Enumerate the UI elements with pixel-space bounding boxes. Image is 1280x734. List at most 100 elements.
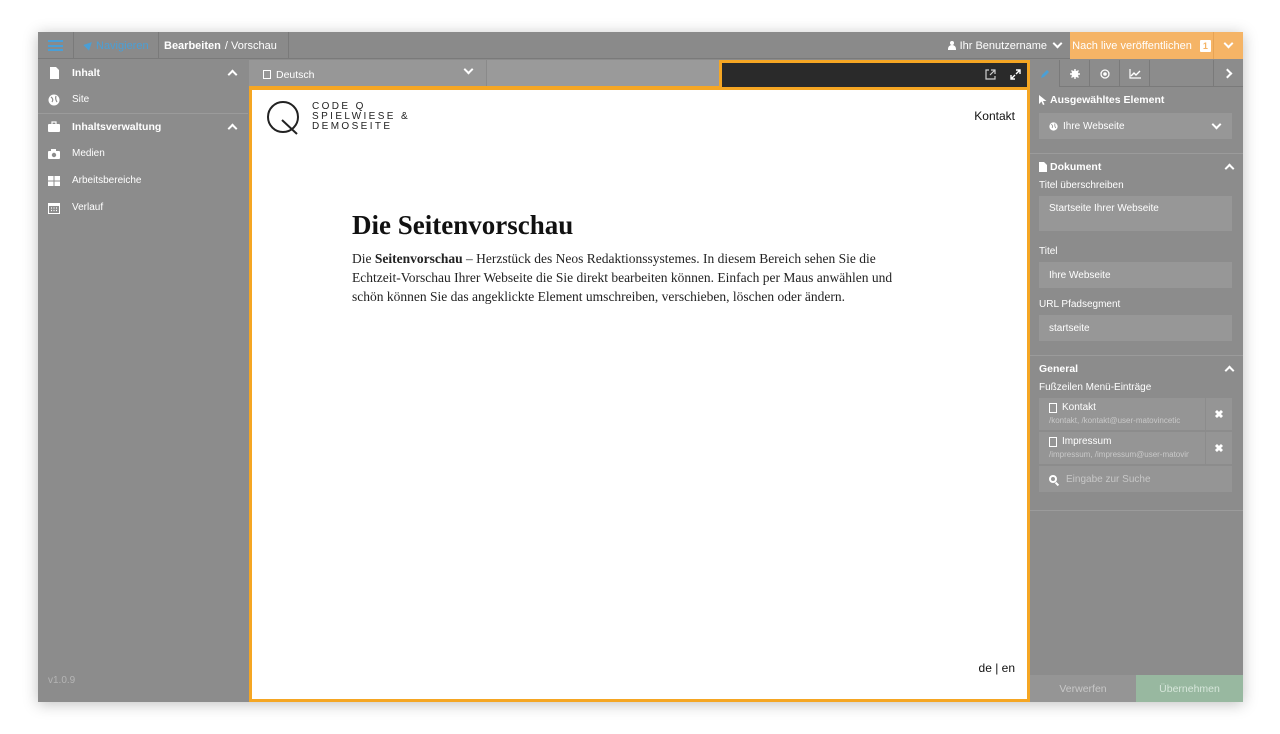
title-override-label: Titel überschreiben (1039, 180, 1124, 191)
discard-button[interactable]: Verwerfen (1030, 675, 1136, 702)
publish-dropdown-button[interactable] (1214, 32, 1243, 59)
breadcrumb[interactable]: Bearbeiten / Vorschau (164, 32, 289, 59)
reference-title: Impressum (1062, 436, 1112, 447)
search-placeholder: Eingabe zur Suche (1066, 473, 1151, 485)
navigate-label: Navigieren (96, 39, 149, 52)
sidebar-group-inhaltsverwaltung[interactable]: Inhaltsverwaltung (38, 114, 248, 140)
document-icon (1049, 402, 1057, 413)
hamburger-icon (48, 40, 63, 51)
selected-element-dropdown[interactable]: Ihre Webseite (1039, 113, 1232, 139)
breadcrumb-edit: Bearbeiten (164, 39, 221, 52)
search-icon (1049, 475, 1057, 483)
sidebar-item-label: Medien (72, 148, 105, 159)
body-pre: Die (352, 251, 375, 266)
globe-icon (1049, 121, 1058, 131)
general-section-heading[interactable]: General (1030, 356, 1243, 382)
content-preview-frame[interactable]: CODE Q SPIELWIESE & DEMOSEITE Kontakt Di… (249, 87, 1030, 702)
top-bar: Navigieren Bearbeiten / Vorschau Ihr Ben… (38, 32, 1243, 59)
reference-path: /impressum, /impressum@user-matovincetic (1049, 450, 1189, 459)
sidebar-group-label: Inhaltsverwaltung (72, 121, 162, 133)
chart-icon (1128, 68, 1141, 79)
neos-app: Navigieren Bearbeiten / Vorschau Ihr Ben… (38, 32, 1243, 702)
chevron-right-icon (1222, 68, 1232, 79)
chevron-up-icon (1224, 163, 1235, 174)
cursor-icon (1039, 95, 1047, 105)
language-selector[interactable]: Deutsch (249, 60, 487, 89)
menu-toggle-button[interactable] (38, 32, 74, 59)
sidebar-item-label: Arbeitsbereiche (72, 175, 142, 186)
reference-item[interactable]: Kontakt /kontakt, /kontakt@user-matovinc… (1039, 398, 1232, 430)
user-name: Ihr Benutzername (959, 39, 1047, 52)
selected-element-heading: Ausgewähltes Element (1030, 87, 1243, 113)
breadcrumb-preview: / Vorschau (224, 39, 277, 52)
navigate-button[interactable]: Navigieren (75, 32, 159, 59)
tab-content[interactable] (1030, 60, 1060, 87)
language-switch[interactable]: de | en (979, 661, 1015, 675)
logo-q-icon (267, 101, 299, 135)
site-logo[interactable]: CODE Q SPIELWIESE & DEMOSEITE (266, 100, 416, 140)
expand-icon[interactable] (1010, 69, 1021, 80)
user-menu[interactable]: Ihr Benutzername (947, 32, 1063, 59)
calendar-icon (48, 202, 60, 214)
collapse-inspector-button[interactable] (1213, 60, 1243, 87)
publish-label: Nach live veröffentlichen (1072, 39, 1192, 52)
title-override-field[interactable]: Startseite Ihrer Webseite (1039, 196, 1232, 231)
inspector-panel: Ausgewähltes Element Ihre Webseite Dokum… (1030, 60, 1243, 702)
reference-path: /kontakt, /kontakt@user-matovincetic (1049, 416, 1181, 425)
left-sidebar: Inhalt Site Inhaltsverwaltung Medien Arb… (38, 60, 248, 702)
reference-title: Kontakt (1062, 402, 1096, 413)
sidebar-group-label: Inhalt (72, 67, 100, 79)
remove-reference-button[interactable]: ✖ (1206, 432, 1232, 464)
sidebar-item-arbeitsbereiche[interactable]: Arbeitsbereiche (38, 167, 248, 194)
user-icon (947, 41, 956, 50)
title-label: Titel (1039, 246, 1058, 257)
location-arrow-icon (83, 39, 95, 51)
document-label: Dokument (1050, 161, 1102, 173)
sidebar-item-label: Verlauf (72, 202, 104, 213)
sidebar-group-inhalt[interactable]: Inhalt (38, 60, 248, 86)
inspector-footer: Verwerfen Übernehmen (1030, 675, 1243, 702)
sidebar-item-verlauf[interactable]: Verlauf (38, 194, 248, 221)
tab-seo[interactable] (1090, 60, 1120, 87)
selected-element-value: Ihre Webseite (1063, 120, 1125, 132)
apply-button[interactable]: Übernehmen (1136, 675, 1243, 702)
inspector-tabs (1030, 60, 1243, 87)
page-title[interactable]: Die Seitenvorschau (352, 210, 573, 241)
publish-button[interactable]: Nach live veröffentlichen 1 (1070, 32, 1214, 59)
page-body-text[interactable]: Die Seitenvorschau – Herzstück des Neos … (352, 249, 922, 306)
file-icon (50, 67, 59, 79)
language-icon (263, 70, 271, 79)
remove-reference-button[interactable]: ✖ (1206, 398, 1232, 430)
sidebar-item-medien[interactable]: Medien (38, 140, 248, 167)
chevron-up-icon[interactable] (227, 69, 238, 80)
footer-menu-label: Fußzeilen Menü-Einträge (1039, 382, 1152, 393)
version-label: v1.0.9 (48, 675, 76, 686)
nav-link-kontakt[interactable]: Kontakt (974, 109, 1015, 123)
chevron-up-icon[interactable] (227, 123, 238, 134)
preview-toolbar (719, 60, 1030, 89)
external-link-icon[interactable] (985, 69, 996, 80)
sidebar-item-label: Site (72, 94, 90, 105)
grid-icon (48, 175, 60, 186)
document-icon (1049, 436, 1057, 447)
selected-element-label: Ausgewähltes Element (1050, 94, 1165, 106)
gear-icon (1069, 68, 1080, 79)
dimension-bar: Deutsch (249, 60, 719, 89)
divider (1030, 510, 1243, 511)
target-icon (1099, 68, 1110, 79)
chevron-up-icon (1224, 365, 1235, 376)
reference-main[interactable]: Impressum /impressum, /impressum@user-ma… (1039, 432, 1205, 464)
reference-main[interactable]: Kontakt /kontakt, /kontakt@user-matovinc… (1039, 398, 1205, 430)
chevron-down-icon (463, 64, 474, 75)
tab-analytics[interactable] (1120, 60, 1150, 87)
globe-icon (48, 94, 60, 105)
sidebar-item-site[interactable]: Site (38, 86, 248, 113)
document-section-heading[interactable]: Dokument (1030, 154, 1243, 180)
tab-settings[interactable] (1060, 60, 1090, 87)
reference-item[interactable]: Impressum /impressum, /impressum@user-ma… (1039, 432, 1232, 464)
camera-icon (48, 148, 60, 159)
url-segment-field[interactable]: startseite (1039, 315, 1232, 341)
reference-search-input[interactable]: Eingabe zur Suche (1039, 466, 1232, 492)
briefcase-icon (48, 121, 60, 132)
title-field[interactable]: Ihre Webseite (1039, 262, 1232, 288)
